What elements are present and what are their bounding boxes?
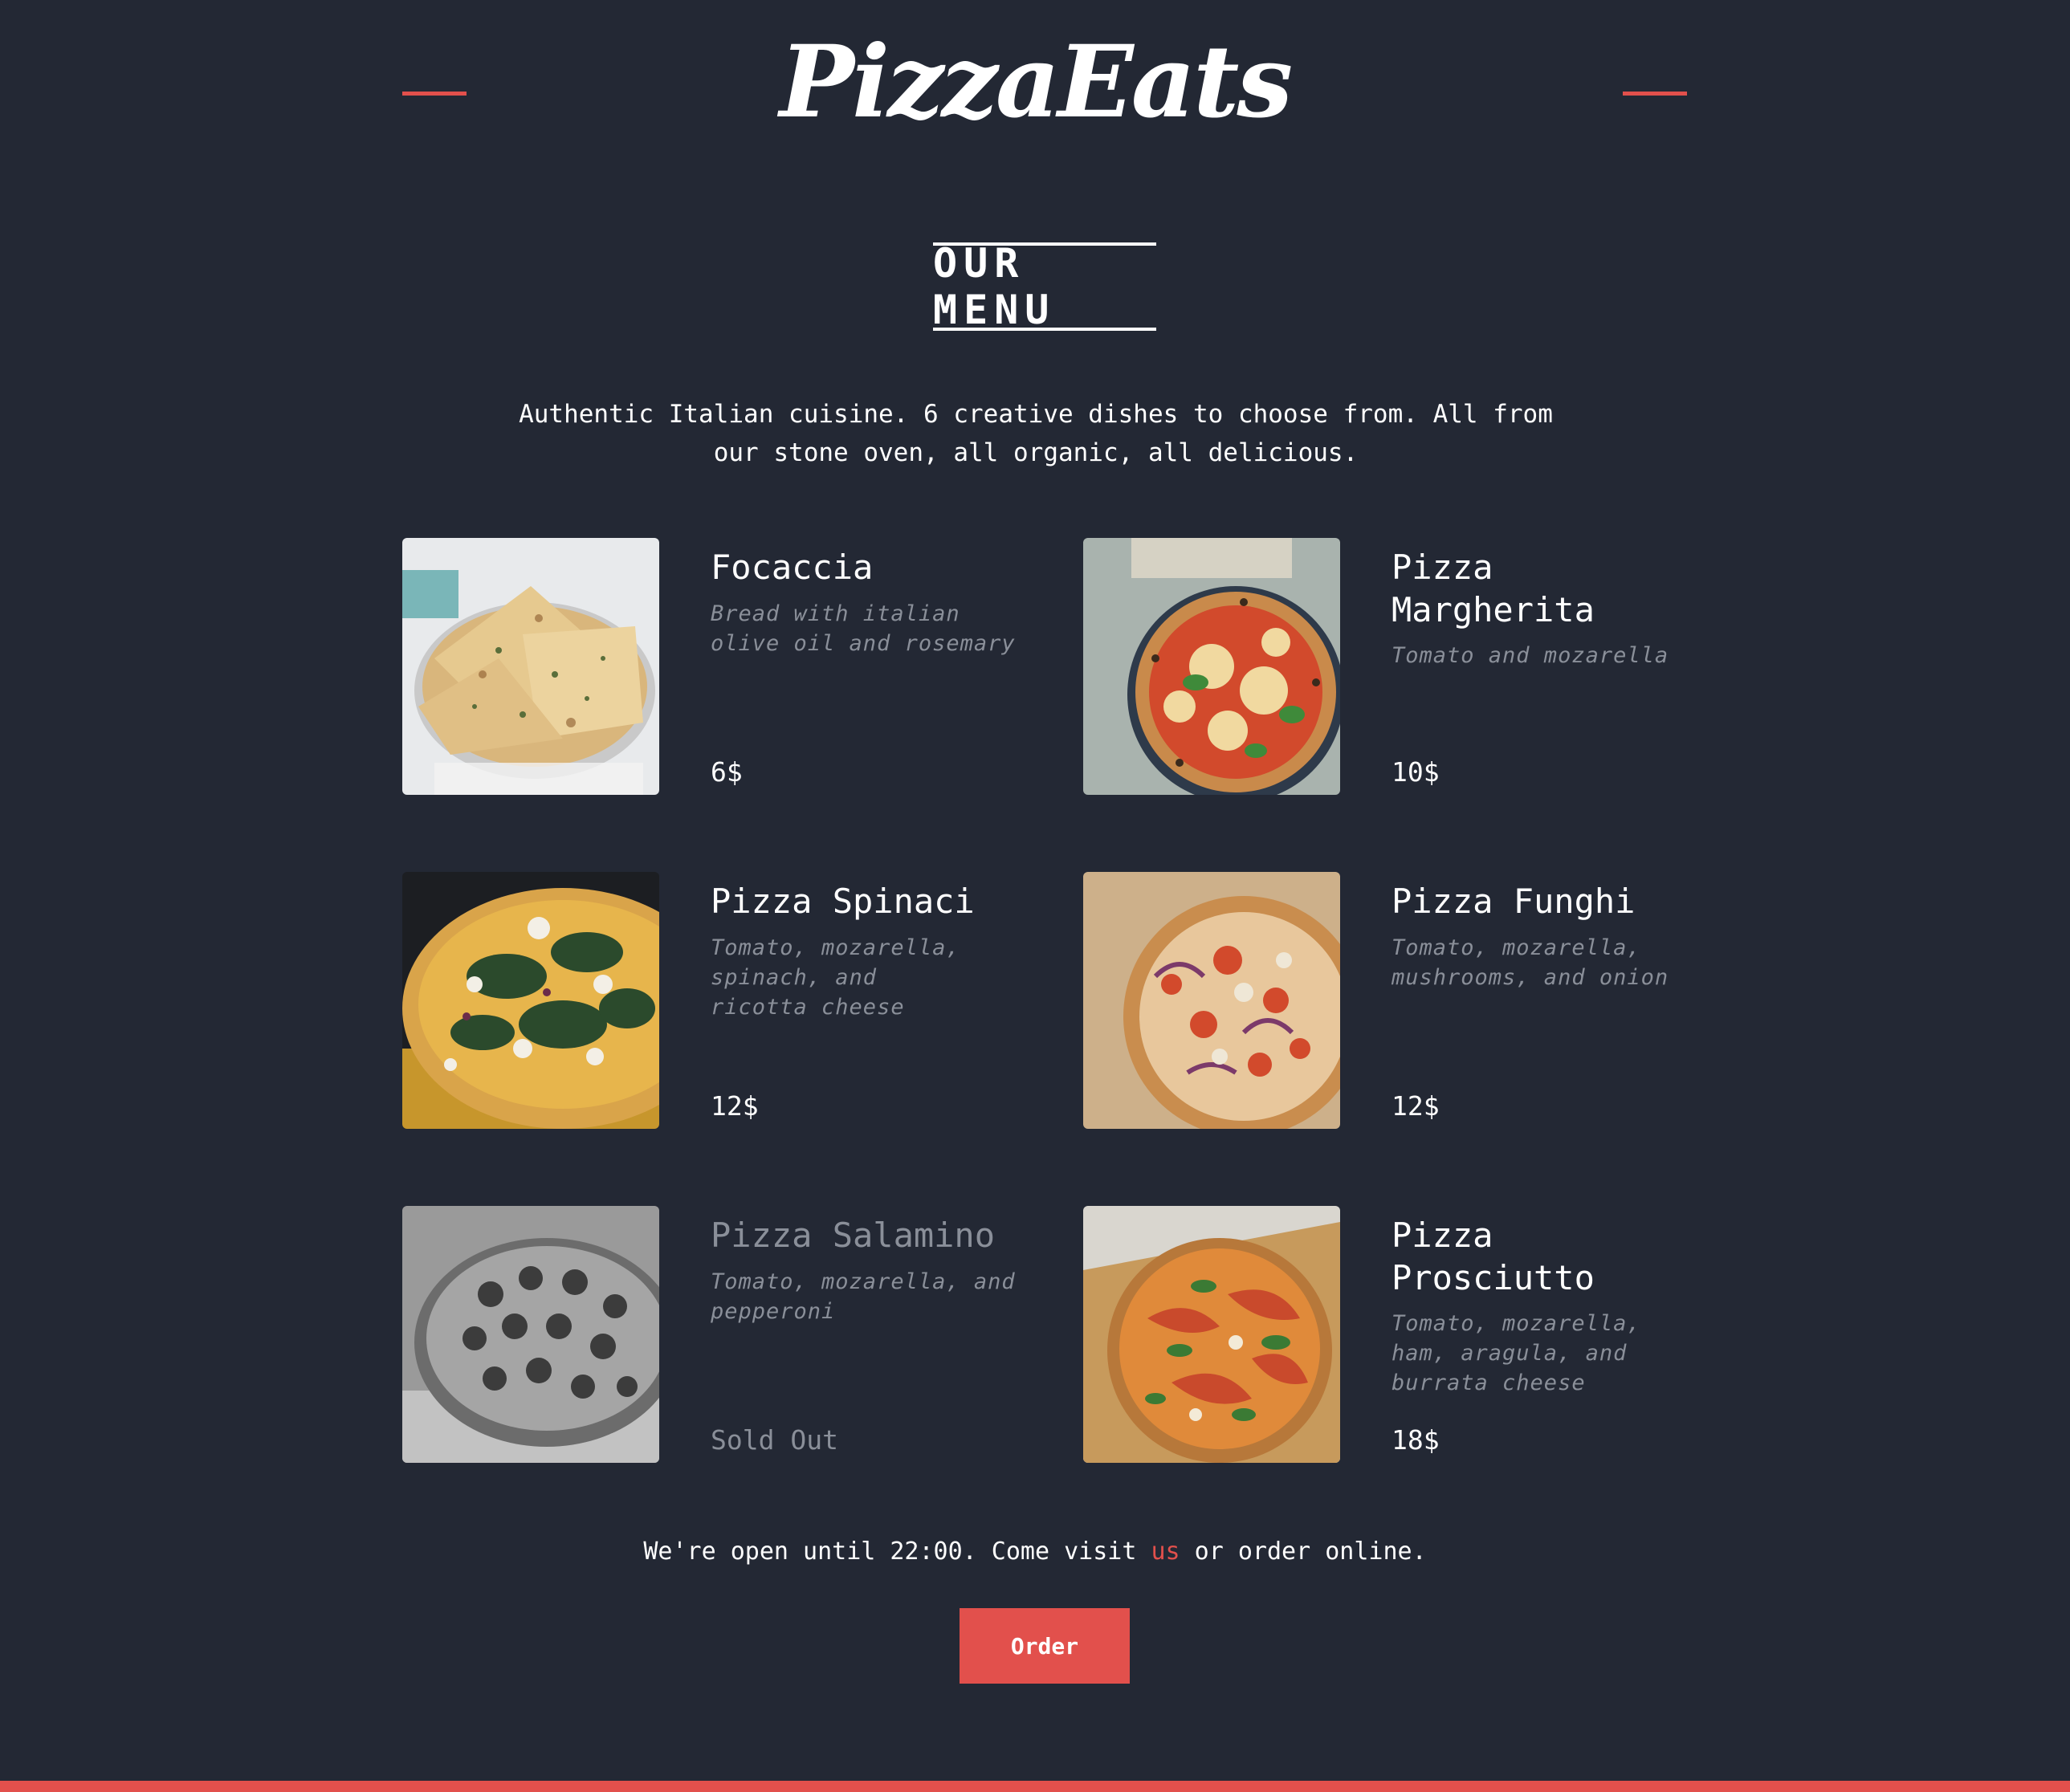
visit-us-link[interactable]: us <box>1151 1537 1180 1566</box>
focaccia-bread-image <box>402 538 659 795</box>
menu-item-name: Pizza Funghi <box>1392 882 1636 921</box>
menu-title: OUR MENU <box>933 240 1056 333</box>
menu-item-prosciutto: Pizza Prosciutto Tomato, mozarella, ham,… <box>1083 1206 1693 1463</box>
menu-item-price: 12$ <box>711 1090 759 1122</box>
bottom-accent-bar <box>0 1781 2070 1792</box>
menu-item-description: Bread with italian olive oil and rosemar… <box>711 601 1016 656</box>
menu-item-price: 6$ <box>711 756 743 788</box>
menu-item-info: Pizza Funghi Tomato, mozarella, mushroom… <box>1392 872 1697 1129</box>
menu-item-spinaci: Pizza Spinaci Tomato, mozarella, spinach… <box>402 872 1013 1129</box>
menu-item-info: Pizza Prosciutto Tomato, mozarella, ham,… <box>1392 1206 1697 1463</box>
pizza-salamino-image <box>402 1206 659 1463</box>
logo[interactable]: PizzaEats <box>0 24 2070 141</box>
menu-item-description: Tomato and mozarella <box>1392 643 1669 668</box>
menu-item-price: 12$ <box>1392 1090 1440 1122</box>
menu-item-description: Tomato, mozarella, spinach, and ricotta … <box>711 935 960 1020</box>
opening-hours-text: We're open until 22:00. Come visit us or… <box>0 1537 2070 1566</box>
menu-item-info: Pizza Margherita Tomato and mozarella 10… <box>1392 538 1697 795</box>
pizza-spinaci-image <box>402 872 659 1129</box>
menu-item-description: Tomato, mozarella, ham, aragula, and bur… <box>1392 1311 1641 1395</box>
menu-item-name: Focaccia <box>711 548 874 587</box>
menu-item-focaccia: Focaccia Bread with italian olive oil an… <box>402 538 1016 795</box>
pizza-margherita-image <box>1083 538 1340 795</box>
pizza-funghi-image <box>1083 872 1340 1129</box>
menu-item-price: 10$ <box>1392 756 1440 788</box>
menu-item-name: Pizza Margherita <box>1392 548 1595 629</box>
menu-intro: Authentic Italian cuisine. 6 creative di… <box>519 400 1553 467</box>
footer-text-before: We're open until 22:00. Come visit <box>643 1537 1151 1566</box>
sold-out-label: Sold Out <box>711 1424 838 1456</box>
menu-item-salamino: Pizza Salamino Tomato, mozarella, and pe… <box>402 1206 1016 1463</box>
page: PizzaEats OUR MENU Authentic Italian cui… <box>0 0 2070 1792</box>
footer-text-after: or order online. <box>1180 1537 1427 1566</box>
menu-item-info: Pizza Salamino Tomato, mozarella, and pe… <box>711 1206 1016 1463</box>
header-divider-right <box>1623 92 1687 96</box>
menu-item-margherita: Pizza Margherita Tomato and mozarella 10… <box>1083 538 1693 795</box>
menu-item-info: Pizza Spinaci Tomato, mozarella, spinach… <box>711 872 1016 1129</box>
menu-title-frame: OUR MENU <box>933 240 1156 333</box>
menu-item-info: Focaccia Bread with italian olive oil an… <box>711 538 1016 795</box>
pizza-prosciutto-image <box>1083 1206 1340 1463</box>
menu-item-name: Pizza Spinaci <box>711 882 975 921</box>
order-button[interactable]: Order <box>960 1608 1130 1684</box>
menu-item-name: Pizza Salamino <box>711 1216 996 1255</box>
menu-item-description: Tomato, mozarella, mushrooms, and onion <box>1392 935 1669 990</box>
menu-item-price: 18$ <box>1392 1424 1440 1456</box>
menu-item-funghi: Pizza Funghi Tomato, mozarella, mushroom… <box>1083 872 1693 1129</box>
menu-item-name: Pizza Prosciutto <box>1392 1216 1595 1297</box>
menu-item-description: Tomato, mozarella, and pepperoni <box>711 1269 1016 1324</box>
